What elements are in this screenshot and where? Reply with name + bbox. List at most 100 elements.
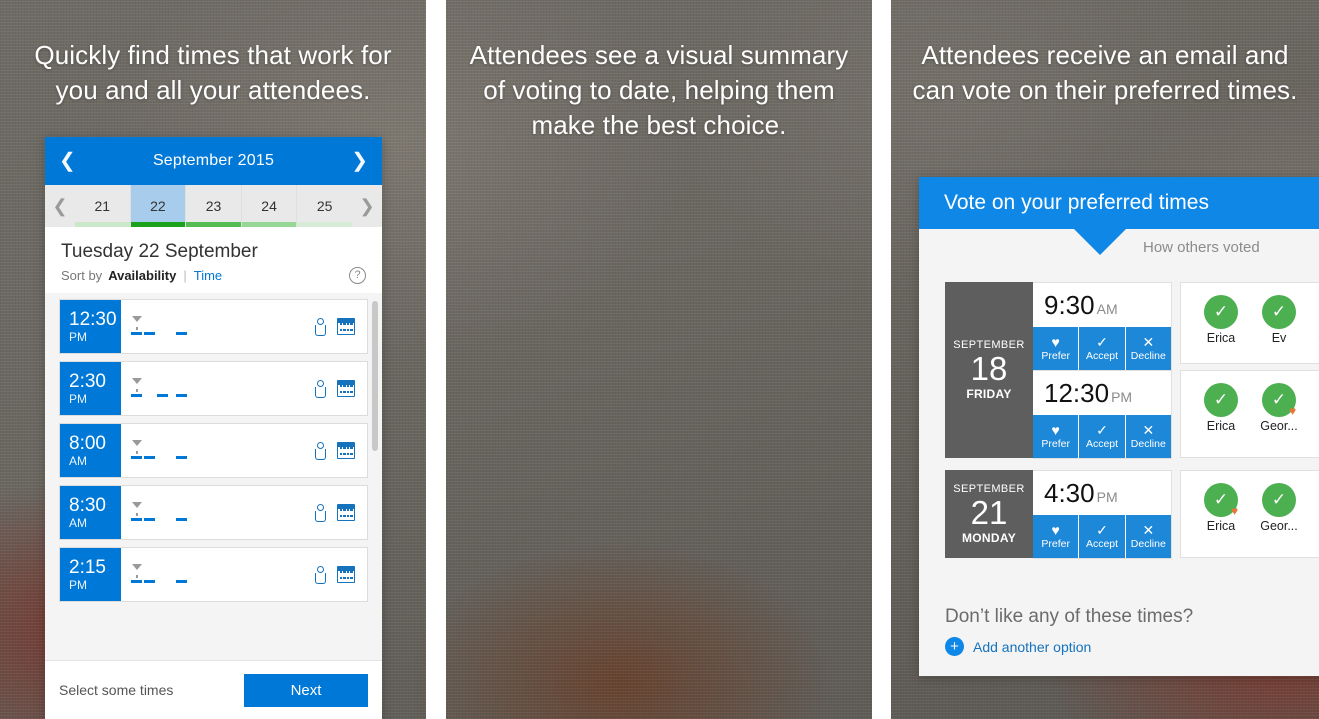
filter-funnel-icon — [132, 377, 142, 392]
calendar-icon[interactable] — [337, 318, 355, 335]
next-month-icon[interactable]: ❯ — [351, 151, 368, 171]
attendee-bar — [144, 579, 155, 583]
slot-time-block: 8:00 AM — [60, 424, 121, 477]
date-cell-label: 24 — [261, 198, 277, 214]
person-icon[interactable] — [315, 379, 326, 398]
calendar-icon[interactable] — [337, 504, 355, 521]
panel-email: Attendees receive an email and can vote … — [891, 0, 1319, 719]
attendee-bar — [131, 517, 142, 521]
slot-time-meridiem: PM — [69, 329, 87, 344]
panel-1-headline: Quickly find times that work for you and… — [34, 40, 392, 105]
attendee-group-pending — [176, 387, 213, 397]
panel-scheduler: Quickly find times that work for you and… — [0, 0, 426, 719]
person-icon[interactable] — [315, 441, 326, 460]
slot-time-value: 2:30 — [69, 370, 106, 392]
attendee-bar — [131, 331, 142, 335]
date-cell-22[interactable]: 22 — [130, 185, 187, 227]
calendar-icon[interactable] — [337, 566, 355, 583]
time-slot-row[interactable]: 2:15 PM — [59, 547, 368, 602]
time-slot-row[interactable]: 12:30 PM — [59, 299, 368, 354]
availability-bar — [186, 222, 241, 227]
filter-funnel-icon — [132, 439, 142, 454]
attendee-group-pending — [176, 325, 213, 335]
attendee-bar — [144, 455, 155, 459]
scheduler-footer: Select some times Next — [45, 660, 382, 719]
slot-time-meridiem: PM — [69, 577, 87, 592]
next-week-icon[interactable]: ❯ — [352, 185, 382, 227]
attendee-group-pending — [176, 573, 213, 583]
attendee-group-pending — [176, 449, 213, 459]
date-cell-label: 23 — [205, 198, 222, 214]
prev-month-icon[interactable]: ❮ — [59, 151, 76, 171]
slot-time-value: 12:30 — [69, 308, 117, 330]
attendee-bar — [176, 517, 187, 521]
footer-hint-text: Select some times — [59, 682, 174, 698]
calendar-icon[interactable] — [337, 380, 355, 397]
sort-option-time[interactable]: Time — [194, 268, 222, 283]
time-slot-list: 12:30 PM 2:30 PM 8:00 AM 8:30 AM 2:15 PM — [45, 293, 382, 660]
slot-actions — [315, 486, 367, 539]
date-cell-21[interactable]: 21 — [75, 185, 131, 227]
date-cell-25[interactable]: 25 — [297, 185, 352, 227]
slot-actions — [315, 548, 367, 601]
slot-actions — [315, 424, 367, 477]
attendee-bar — [131, 455, 142, 459]
slot-attendees — [121, 548, 315, 601]
slot-time-block: 12:30 PM — [60, 300, 121, 353]
panel-divider-1 — [426, 0, 446, 719]
attendee-bar — [176, 331, 187, 335]
month-label: September 2015 — [152, 152, 275, 169]
date-cell-label: 25 — [316, 198, 333, 214]
time-slot-row[interactable]: 8:00 AM — [59, 423, 368, 478]
attendee-bar — [144, 331, 155, 335]
attendee-bar — [131, 393, 142, 397]
question-mark-icon[interactable]: ? — [349, 267, 366, 284]
date-cell-24[interactable]: 24 — [241, 185, 298, 227]
person-icon[interactable] — [315, 503, 326, 522]
availability-bar — [241, 222, 297, 227]
sort-option-availability[interactable]: Availability — [108, 268, 176, 283]
panel-2-headline: Attendees see a visual summary of voting… — [469, 40, 849, 140]
slot-time-value: 2:15 — [69, 556, 106, 578]
date-strip: ❮ 21 22 23 24 25 ❯ — [45, 185, 382, 227]
scheduler-app: ❮ September 2015 ❯ ❮ 21 22 23 24 25 ❯ Tu… — [45, 137, 382, 719]
time-slot-row[interactable]: 8:30 AM — [59, 485, 368, 540]
slot-time-block: 8:30 AM — [60, 486, 121, 539]
next-button[interactable]: Next — [244, 673, 368, 707]
slot-actions — [315, 300, 367, 353]
date-cell-list: 21 22 23 24 25 — [75, 185, 352, 227]
availability-bar — [75, 222, 130, 227]
attendee-group-responded — [131, 315, 168, 335]
attendee-bar — [176, 393, 187, 397]
slot-list-scrollbar[interactable] — [372, 301, 378, 451]
attendee-group-responded — [131, 377, 168, 397]
person-icon[interactable] — [315, 317, 326, 336]
panel-voting: Attendees see a visual summary of voting… — [446, 0, 1319, 719]
date-cell-label: 22 — [150, 198, 166, 214]
person-icon[interactable] — [315, 565, 326, 584]
slot-time-meridiem: PM — [69, 391, 87, 406]
date-cell-23[interactable]: 23 — [186, 185, 242, 227]
slot-actions — [315, 362, 367, 415]
slot-time-block: 2:30 PM — [60, 362, 121, 415]
date-cell-label: 21 — [94, 198, 111, 214]
filter-funnel-icon — [132, 563, 142, 578]
attendee-bar — [176, 579, 187, 583]
slot-time-value: 8:30 — [69, 494, 106, 516]
prev-week-icon[interactable]: ❮ — [45, 185, 75, 227]
slot-attendees — [121, 486, 315, 539]
calendar-icon[interactable] — [337, 442, 355, 459]
filter-funnel-icon — [132, 315, 142, 330]
availability-bar — [130, 222, 186, 227]
slot-attendees — [121, 362, 315, 415]
attendee-group-pending — [176, 511, 213, 521]
slot-time-meridiem: AM — [69, 453, 87, 468]
slot-time-meridiem: AM — [69, 515, 87, 530]
month-navigation-bar: ❮ September 2015 ❯ — [45, 137, 382, 185]
time-slot-row[interactable]: 2:30 PM — [59, 361, 368, 416]
slot-attendees — [121, 424, 315, 477]
attendee-group-responded — [131, 501, 168, 521]
sort-divider: | — [183, 268, 187, 283]
attendee-group-responded — [131, 439, 168, 459]
attendee-bar — [144, 517, 155, 521]
